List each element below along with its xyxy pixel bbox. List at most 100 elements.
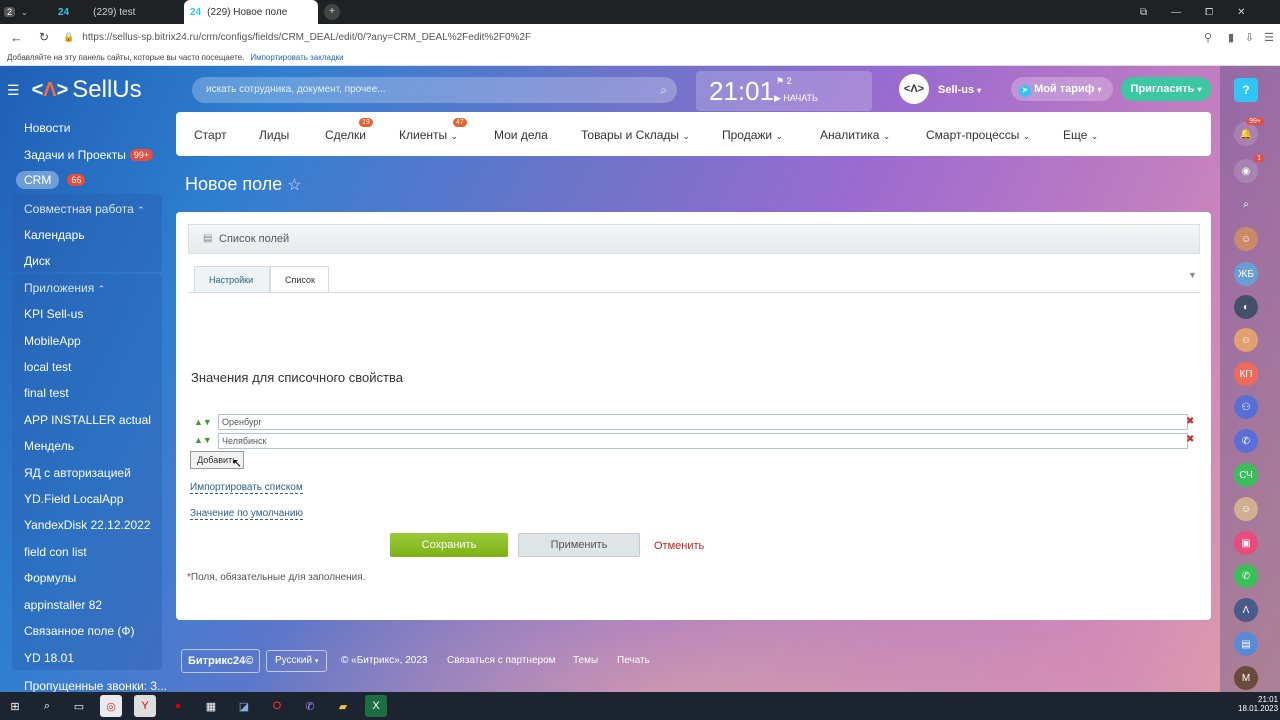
print-link[interactable]: Печать xyxy=(617,655,650,666)
import-list-link[interactable]: Импортировать списком xyxy=(190,482,303,494)
sellus-icon[interactable]: Λ xyxy=(1234,598,1258,622)
phone-icon[interactable]: ✆ xyxy=(1234,564,1258,588)
user-menu[interactable]: Sell-us ▾ xyxy=(938,84,981,96)
bell-icon[interactable]: 🔔 99+ xyxy=(1234,118,1264,146)
chat-icon[interactable]: ◉ 1 xyxy=(1234,155,1264,183)
collapse-arrow-icon[interactable]: ▼ xyxy=(1188,270,1197,280)
sidebar-item-app[interactable]: KPI Sell-us xyxy=(24,307,83,321)
nav-smart-processes[interactable]: Смарт-процессы ⌄ xyxy=(926,128,1030,142)
calculator-icon[interactable]: ▦ xyxy=(200,695,222,717)
task-view-icon[interactable]: ▭ xyxy=(68,695,90,717)
sidebar-item-app[interactable]: final test xyxy=(24,386,69,400)
sidebar-item-app[interactable]: YD 18.01 xyxy=(24,651,74,665)
list-value-input[interactable]: Челябинск xyxy=(218,433,1188,449)
calendar-chat-icon[interactable]: ▣ xyxy=(1234,531,1258,555)
nav-sales[interactable]: Продажи ⌄ xyxy=(722,128,783,142)
sidebar-item-app[interactable]: appinstaller 82 xyxy=(24,598,102,612)
recorder-icon[interactable]: ● xyxy=(167,695,189,717)
cancel-button[interactable]: Отменить xyxy=(654,540,704,552)
default-value-link[interactable]: Значение по умолчанию xyxy=(190,508,303,520)
chrome-icon[interactable]: ◎ xyxy=(100,695,122,717)
sidebar-group-apps[interactable]: Приложения ⌃ xyxy=(24,281,105,295)
close-icon[interactable]: ✕ xyxy=(1237,7,1245,18)
nav-leads[interactable]: Лиды xyxy=(259,128,289,142)
download-icon[interactable]: ⇩ xyxy=(1245,31,1254,44)
nav-deals[interactable]: Сделки 19 xyxy=(325,118,373,142)
delete-icon[interactable]: ✖ xyxy=(1186,416,1194,427)
missed-calls-notice[interactable]: Пропущенные звонки: 3... xyxy=(24,679,167,692)
fields-list-link[interactable]: ▤ Список полей xyxy=(188,224,1200,254)
lock-icon[interactable]: 🔒 xyxy=(63,32,74,43)
contact-avatar[interactable]: ☺ xyxy=(1234,497,1258,521)
list-value-input[interactable]: Оренбург xyxy=(218,414,1188,430)
contact-avatar[interactable]: СЧ xyxy=(1234,463,1258,487)
invite-button[interactable]: Пригласить ▾ xyxy=(1121,77,1211,101)
reload-icon[interactable]: ↻ xyxy=(39,30,49,44)
tab-new-field[interactable]: 24 (229) Новое поле xyxy=(184,0,318,24)
themes-link[interactable]: Темы xyxy=(573,655,598,666)
language-select[interactable]: Русский ▾ xyxy=(266,650,328,672)
contact-avatar[interactable]: ☺ xyxy=(1234,227,1258,251)
chat-icon[interactable]: ▤ xyxy=(1234,632,1258,656)
new-tab-button[interactable]: + xyxy=(324,0,340,24)
save-button[interactable]: Сохранить xyxy=(390,533,508,557)
nav-start[interactable]: Старт xyxy=(194,128,227,142)
back-icon[interactable]: ← xyxy=(10,30,23,45)
collections-icon[interactable]: ⧉ xyxy=(1140,7,1147,18)
sidebar-item-disk[interactable]: Диск xyxy=(24,254,50,268)
yandex-browser-icon[interactable]: Y xyxy=(134,695,156,717)
opera-icon[interactable]: O xyxy=(266,695,288,717)
minimize-icon[interactable]: — xyxy=(1171,7,1181,18)
phone-icon[interactable]: ✆ xyxy=(1234,429,1258,453)
reorder-arrows-icon[interactable]: ▲▼ xyxy=(194,417,212,427)
contact-avatar[interactable]: ЖБ xyxy=(1234,262,1258,286)
sidebar-item-app[interactable]: APP INSTALLER actual xyxy=(24,413,151,427)
notes-icon[interactable]: ◪ xyxy=(233,695,255,717)
restore-icon[interactable]: ⧠ xyxy=(1205,7,1213,18)
sidebar-item-tasks[interactable]: Задачи и Проекты 99+ xyxy=(24,148,154,162)
tab-settings[interactable]: Настройки xyxy=(194,266,270,292)
search-icon[interactable]: ⌕ xyxy=(1234,192,1258,216)
tab-count[interactable]: 2 ⌄ xyxy=(4,0,28,24)
viber-icon[interactable]: ✆ xyxy=(299,695,321,717)
sidebar-item-app[interactable]: field con list xyxy=(24,545,87,559)
tab-test[interactable]: 24 (229) test xyxy=(52,0,182,24)
sidebar-item-app[interactable]: Связанное поле (Ф) xyxy=(24,624,135,638)
partner-link[interactable]: Связаться с партнером xyxy=(447,655,556,666)
sidebar-group-collab[interactable]: Совместная работа ⌃ xyxy=(24,202,145,216)
nav-analytics[interactable]: Аналитика ⌄ xyxy=(820,128,890,142)
excel-icon[interactable]: X xyxy=(365,695,387,717)
nav-clients[interactable]: Клиенты ⌄ 47 xyxy=(399,118,467,142)
tariff-button[interactable]: ➤ Мой тариф ▾ xyxy=(1011,77,1113,101)
sidebar-item-app[interactable]: local test xyxy=(24,360,71,374)
sidebar-item-app[interactable]: YandexDisk 22.12.2022 xyxy=(24,518,151,532)
sidebar-item-news[interactable]: Новости xyxy=(24,121,70,135)
url-field[interactable]: https://sellus-sp.bitrix24.ru/crm/config… xyxy=(82,32,531,43)
key-icon[interactable]: ⚲ xyxy=(1204,31,1212,44)
sidebar-item-app[interactable]: YD.Field LocalApp xyxy=(24,492,123,506)
hamburger-icon[interactable]: ☰ xyxy=(7,82,20,99)
search-input[interactable]: искать сотрудника, документ, прочее... ⌕ xyxy=(192,77,677,103)
delete-icon[interactable]: ✖ xyxy=(1186,434,1194,445)
star-icon[interactable]: ☆ xyxy=(287,177,301,194)
bookmark-icon[interactable]: ▮ xyxy=(1228,31,1234,44)
sidebar-item-calendar[interactable]: Календарь xyxy=(24,228,85,242)
menu-icon[interactable]: ☰ xyxy=(1264,31,1274,44)
contact-avatar[interactable]: ☺ xyxy=(1234,328,1258,352)
sidebar-item-app[interactable]: ЯД с авторизацией xyxy=(24,466,131,480)
search-icon[interactable]: ⌕ xyxy=(36,695,58,717)
tab-list[interactable]: Список xyxy=(270,266,329,292)
contact-avatar[interactable]: КП xyxy=(1234,362,1258,386)
sidebar-item-app[interactable]: Мендель xyxy=(24,439,74,453)
folder-icon[interactable]: ▰ xyxy=(332,695,354,717)
nav-more[interactable]: Еще ⌄ xyxy=(1063,128,1098,142)
sidebar-item-app[interactable]: Формулы xyxy=(24,571,76,585)
group-chat-icon[interactable]: ⚇ xyxy=(1234,395,1258,419)
work-day-widget[interactable]: 21:01 ⚑ 2 ▶ НАЧАТЬ xyxy=(696,71,872,111)
reorder-arrows-icon[interactable]: ▲▼ xyxy=(194,435,212,445)
contact-avatar[interactable]: ◐ xyxy=(1234,295,1258,319)
user-avatar[interactable]: <Λ> xyxy=(899,74,929,104)
system-clock[interactable]: 21:01 18.01.2023 xyxy=(1238,695,1278,713)
start-workday-button[interactable]: ▶ НАЧАТЬ xyxy=(774,93,818,104)
windows-start-icon[interactable]: ⊞ xyxy=(4,695,26,717)
